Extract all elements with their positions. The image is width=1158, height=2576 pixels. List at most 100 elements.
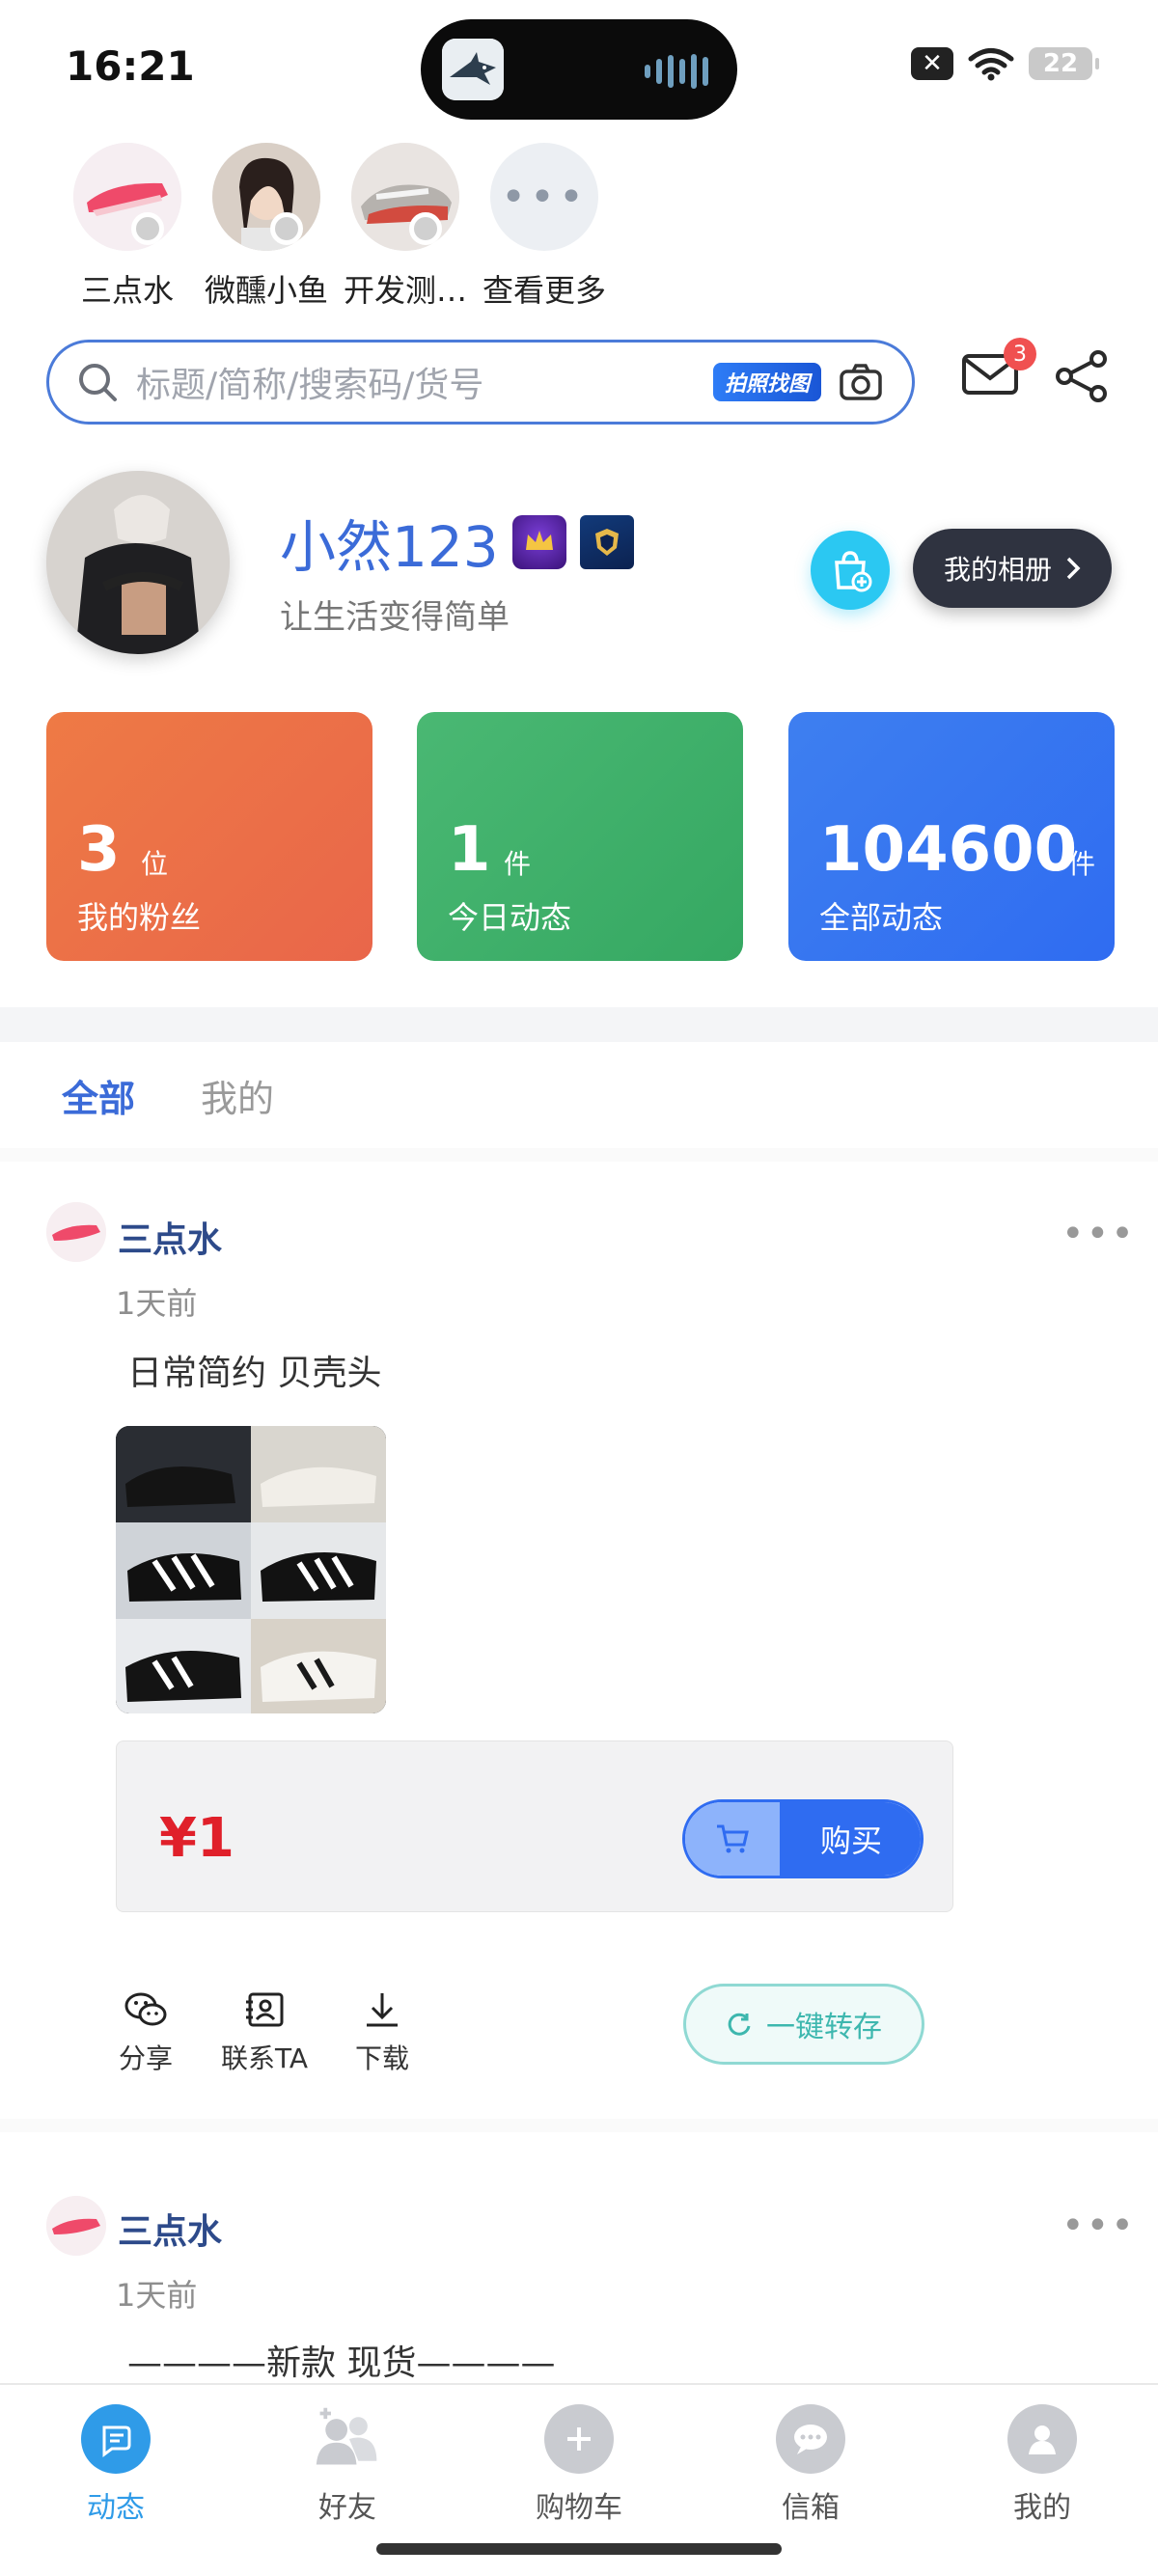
contact-card-icon [246, 1992, 284, 2027]
download-icon [367, 1993, 398, 2027]
post-more-icon[interactable]: ••• [1062, 2204, 1136, 2248]
friend-avatar [212, 143, 320, 251]
status-icons: ✕ 22 [911, 46, 1099, 81]
home-indicator[interactable] [376, 2543, 782, 2555]
fans-unit: 位 [141, 848, 169, 880]
shopping-bag-add-button[interactable] [811, 531, 890, 610]
fans-card[interactable]: 3 位 我的粉丝 [46, 712, 372, 961]
tab-mine[interactable]: 我的 [201, 1069, 274, 1122]
post-price: ¥1 [159, 1807, 234, 1870]
all-posts-unit: 件 [1068, 848, 1096, 880]
wechat-icon [124, 1992, 167, 2026]
section-divider [0, 1007, 1158, 1042]
tab-all[interactable]: 全部 [62, 1069, 135, 1122]
friend-item[interactable]: 三点水 [58, 143, 197, 311]
friend-item[interactable]: 开发测… [336, 143, 475, 311]
today-posts-label: 今日动态 [448, 899, 572, 936]
nav-me[interactable]: 我的 [965, 2404, 1119, 2526]
friend-name: 三点水 [80, 272, 174, 309]
share-icon[interactable] [1054, 349, 1110, 403]
see-more-label: 查看更多 [482, 272, 606, 309]
my-album-label: 我的相册 [943, 554, 1052, 586]
search-icon [79, 364, 117, 401]
dynamic-island [421, 19, 737, 120]
post-author-name[interactable]: 三点水 [118, 1212, 222, 1262]
nav-feed-label: 动态 [87, 2491, 145, 2525]
online-status-dot [270, 212, 303, 245]
profile-bio: 让生活变得简单 [280, 598, 510, 637]
camera-icon[interactable] [839, 363, 883, 401]
one-click-save-label: 一键转存 [766, 2011, 882, 2044]
wifi-icon [968, 48, 1014, 81]
fans-count: 3 [77, 814, 121, 886]
chat-icon [776, 2404, 845, 2474]
audio-wave-icon [645, 54, 708, 89]
download-label: 下载 [354, 2042, 409, 2074]
contact-action[interactable]: 联系TA [220, 1989, 309, 2076]
today-posts-count: 1 [448, 814, 491, 886]
mail-unread-badge: 3 [1004, 338, 1036, 370]
buy-button-group[interactable]: 购买 [682, 1799, 924, 1878]
refresh-icon [728, 2013, 751, 2036]
friend-avatar [73, 143, 181, 251]
friend-avatar [351, 143, 459, 251]
friend-name: 微醺小鱼 [204, 272, 328, 309]
username: 小然123 [280, 514, 499, 580]
post-author-avatar[interactable] [46, 1202, 106, 1262]
bag-plus-icon [835, 551, 872, 592]
profile-avatar[interactable] [46, 471, 230, 654]
nav-feed[interactable]: 动态 [39, 2404, 193, 2526]
post-author-avatar[interactable] [46, 2196, 106, 2256]
person-icon [1007, 2404, 1077, 2474]
chevron-right-icon [1066, 557, 1081, 580]
more-dots-icon: ••• [490, 143, 598, 251]
nav-friends-label: 好友 [318, 2491, 376, 2525]
post-more-icon[interactable]: ••• [1062, 1212, 1136, 1256]
friends-icon [313, 2404, 382, 2474]
all-posts-count: 104600 [819, 814, 1078, 886]
today-posts-card[interactable]: 1 件 今日动态 [417, 712, 743, 961]
buy-button[interactable]: 购买 [782, 1802, 921, 1876]
post-time: 1天前 [116, 1285, 198, 1322]
post-text: ————新款 现货———— [127, 2343, 556, 2383]
vip-crown-icon [511, 515, 566, 569]
share-action[interactable]: 分享 [114, 1989, 178, 2076]
add-to-cart-button[interactable] [685, 1802, 782, 1876]
post-author-name[interactable]: 三点水 [118, 2204, 222, 2254]
cart-plus-icon [544, 2404, 614, 2474]
nav-me-label: 我的 [1013, 2491, 1071, 2525]
online-status-dot [131, 212, 164, 245]
profile-name-row: 小然123 [280, 502, 634, 583]
one-click-save-button[interactable]: 一键转存 [683, 1984, 924, 2065]
friend-item[interactable]: 微醺小鱼 [197, 143, 336, 311]
battery-indicator: 22 [1029, 47, 1099, 80]
tab-divider [0, 1148, 1158, 1162]
share-label: 分享 [118, 2042, 173, 2074]
no-sim-icon: ✕ [911, 47, 953, 80]
nav-cart[interactable]: 购物车 [502, 2404, 656, 2526]
mailbox-button[interactable]: 3 [961, 338, 1036, 401]
search-bar[interactable]: 标题/简称/搜索码/货号 拍照找图 [46, 340, 915, 425]
my-album-button[interactable]: 我的相册 [913, 529, 1112, 608]
all-posts-card[interactable]: 104600 件 全部动态 [788, 712, 1115, 961]
download-action[interactable]: 下载 [353, 1989, 411, 2076]
status-bar: 16:21 ✕ 22 [0, 0, 1158, 135]
all-posts-label: 全部动态 [819, 899, 944, 936]
fans-label: 我的粉丝 [77, 899, 202, 936]
nav-inbox[interactable]: 信箱 [733, 2404, 888, 2526]
photo-search-badge[interactable]: 拍照找图 [712, 363, 821, 401]
today-posts-unit: 件 [504, 848, 532, 880]
post-divider [0, 2119, 1158, 2132]
friends-row: 三点水 微醺小鱼 开发测… ••• 查看更多 [58, 143, 614, 311]
feed-icon [81, 2404, 151, 2474]
nav-friends[interactable]: 好友 [270, 2404, 425, 2526]
nav-inbox-label: 信箱 [782, 2491, 840, 2525]
post-image[interactable] [116, 1426, 386, 1713]
app-shark-icon [442, 39, 504, 100]
contact-label: 联系TA [220, 2042, 309, 2074]
post-time: 1天前 [116, 2277, 198, 2314]
post-text: 日常简约 贝壳头 [127, 1354, 382, 1393]
club-badge-icon [579, 515, 634, 569]
see-more-friends[interactable]: ••• 查看更多 [475, 143, 614, 311]
nav-cart-label: 购物车 [536, 2491, 622, 2525]
